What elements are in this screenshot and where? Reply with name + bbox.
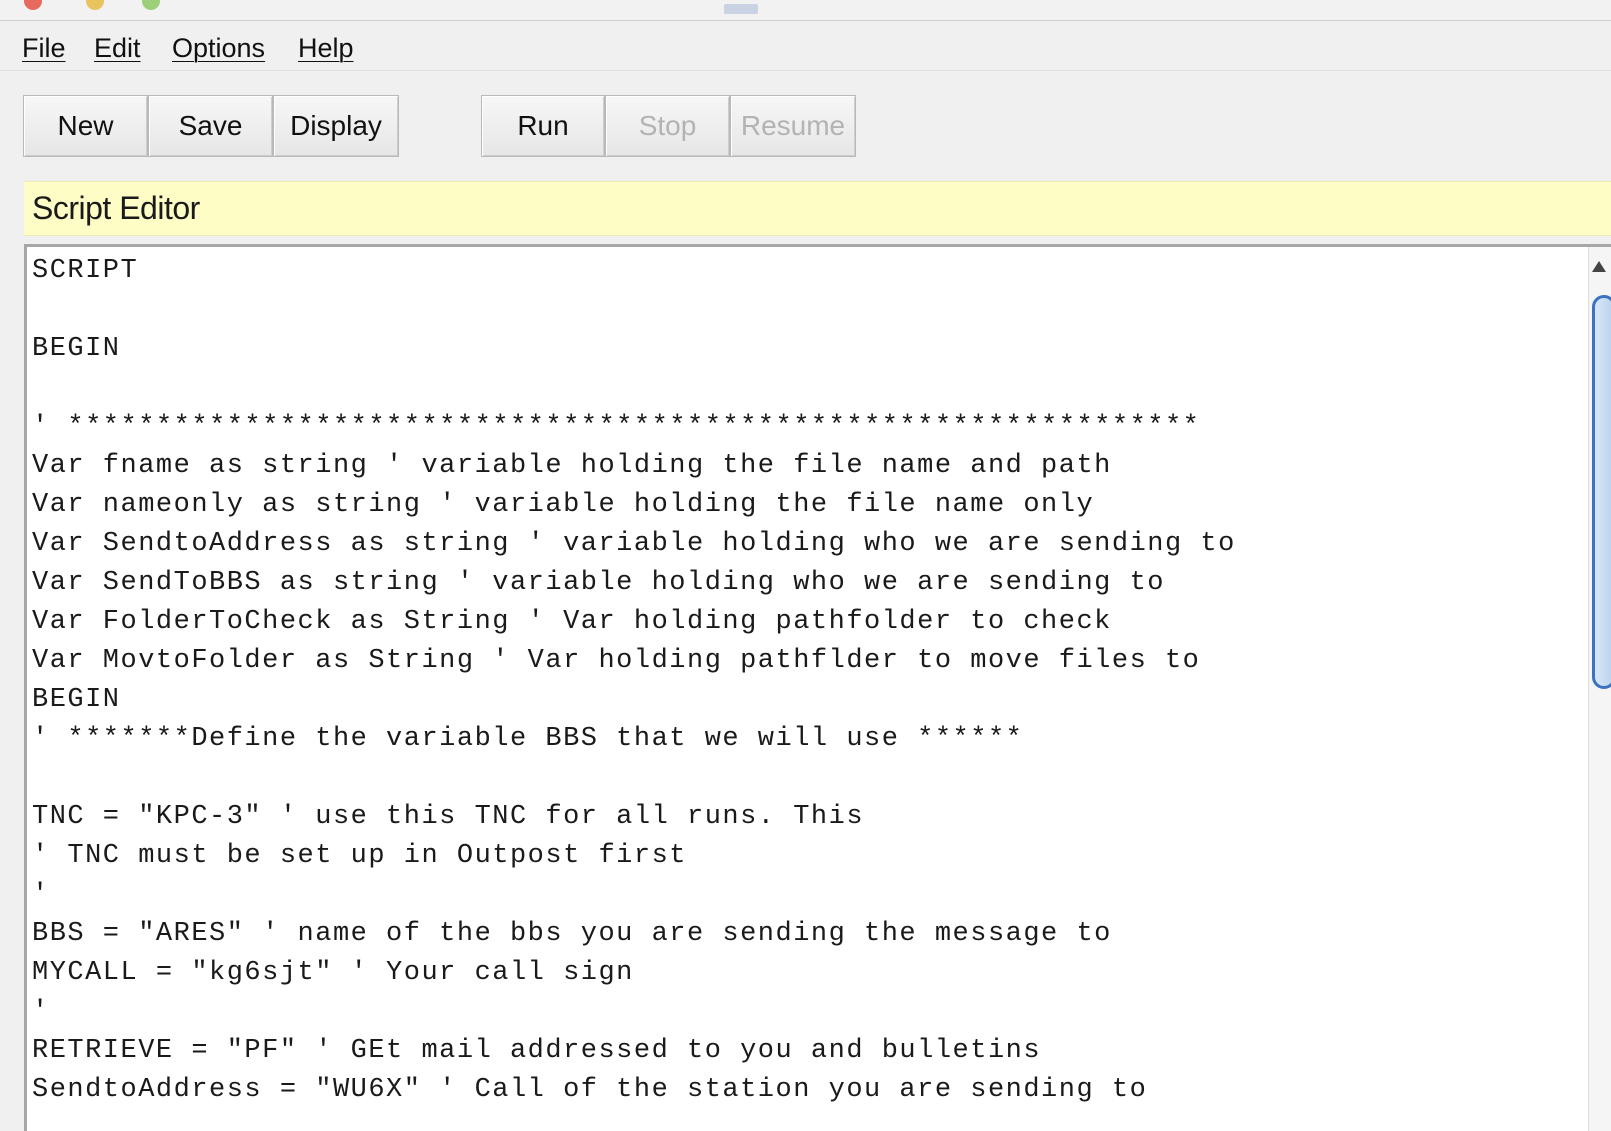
menu-edit[interactable]: Edit (94, 30, 141, 66)
section-title: Script Editor (32, 190, 200, 226)
code-line: ' TNC must be set up in Outpost first (32, 841, 687, 871)
code-line: RETRIEVE = "PF" ' GEt mail addressed to … (32, 1036, 1042, 1066)
new-button[interactable]: New (23, 95, 148, 157)
code-line: ' **************************************… (32, 412, 1201, 442)
code-line: MYCALL = "kg6sjt" ' Your call sign (32, 958, 634, 988)
code-line: Var fname as string ' variable holding t… (32, 451, 1112, 481)
code-line: BEGIN (32, 334, 121, 364)
scrollbar-thumb[interactable] (1592, 295, 1611, 689)
minimize-window-icon[interactable] (86, 0, 104, 10)
close-window-icon[interactable] (24, 0, 42, 10)
code-line: BEGIN (32, 685, 121, 715)
stop-button[interactable]: Stop (605, 95, 730, 157)
script-editor-textarea[interactable]: SCRIPT BEGIN ' ***************************… (24, 244, 1611, 1131)
menu-bar: File Edit Options Help (0, 26, 1611, 71)
scroll-up-arrow-icon[interactable] (1592, 261, 1606, 272)
title-bar (0, 0, 1611, 21)
code-line: Var MovtoFolder as String ' Var holding … (32, 646, 1201, 676)
code-line: BBS = "ARES" ' name of the bbs you are s… (32, 919, 1112, 949)
app-window: File Edit Options Help New Save Display … (0, 0, 1611, 1131)
code-line: ' (32, 997, 50, 1027)
menu-options[interactable]: Options (172, 30, 265, 66)
save-button[interactable]: Save (148, 95, 273, 157)
code-line: ' *******Define the variable BBS that we… (32, 724, 1024, 754)
code-line: SendtoAddress = "WU6X" ' Call of the sta… (32, 1075, 1148, 1105)
code-line: TNC = "KPC-3" ' use this TNC for all run… (32, 802, 865, 832)
zoom-window-icon[interactable] (142, 0, 160, 10)
code-line: ' (32, 880, 50, 910)
toolbar: New Save Display Run Stop Resume (0, 70, 1611, 178)
app-icon (724, 4, 758, 14)
vertical-scrollbar[interactable] (1588, 247, 1611, 1131)
menu-help[interactable]: Help (298, 30, 354, 66)
resume-button[interactable]: Resume (730, 95, 856, 157)
code-line: SCRIPT (32, 256, 139, 286)
code-line: Var SendtoAddress as string ' variable h… (32, 529, 1236, 559)
script-editor-header: Script Editor (24, 181, 1611, 236)
script-text: SCRIPT BEGIN ' ***************************… (32, 252, 1236, 1110)
code-line: Var nameonly as string ' variable holdin… (32, 490, 1095, 520)
run-button[interactable]: Run (481, 95, 605, 157)
code-line: Var SendToBBS as string ' variable holdi… (32, 568, 1165, 598)
menu-file[interactable]: File (22, 30, 66, 66)
display-button[interactable]: Display (273, 95, 399, 157)
code-line: Var FolderToCheck as String ' Var holdin… (32, 607, 1112, 637)
